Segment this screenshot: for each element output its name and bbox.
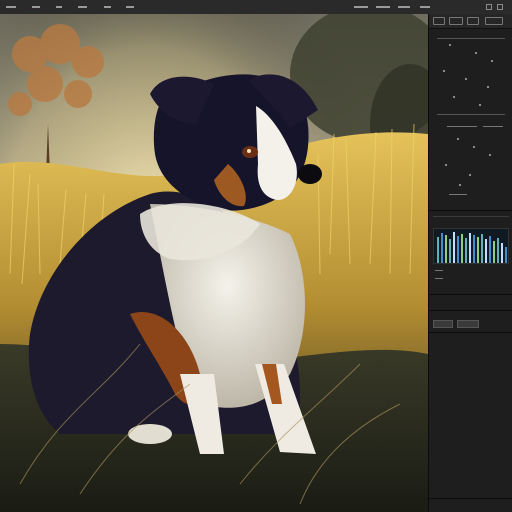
panel-tab[interactable] (449, 17, 463, 25)
panel-divider (429, 310, 512, 311)
menu-item[interactable] (6, 6, 16, 8)
slider-track[interactable] (449, 194, 467, 195)
panel-divider (429, 210, 512, 211)
slider-handle[interactable] (449, 44, 451, 46)
slider-handle[interactable] (487, 86, 489, 88)
menu-item[interactable] (420, 6, 430, 8)
slider-track[interactable] (447, 126, 477, 127)
slider-handle[interactable] (445, 164, 447, 166)
slider-handle[interactable] (459, 184, 461, 186)
menu-item[interactable] (32, 6, 40, 8)
menu-item[interactable] (104, 6, 111, 8)
side-panel (428, 14, 512, 512)
slider-handle[interactable] (457, 138, 459, 140)
menu-item[interactable] (126, 6, 134, 8)
slider-track[interactable] (435, 270, 443, 271)
panel-button[interactable] (433, 320, 453, 328)
slider-handle[interactable] (491, 60, 493, 62)
slider-handle[interactable] (489, 154, 491, 156)
slider-track[interactable] (437, 114, 505, 115)
panel-tab[interactable] (467, 17, 479, 25)
image-canvas[interactable] (0, 14, 428, 512)
menu-item[interactable] (78, 6, 87, 8)
panel-button[interactable] (457, 320, 479, 328)
menu-item[interactable] (56, 6, 62, 8)
slider-handle[interactable] (443, 70, 445, 72)
slider-handle[interactable] (479, 104, 481, 106)
histogram-graph (437, 232, 507, 263)
menu-item[interactable] (354, 6, 368, 8)
panel-tab[interactable] (485, 17, 503, 25)
slider-handle[interactable] (473, 146, 475, 148)
panel-divider (429, 332, 512, 333)
panel-tab-bar (429, 14, 512, 29)
panel-tab[interactable] (433, 17, 445, 25)
slider-track[interactable] (483, 126, 503, 127)
minimize-icon[interactable] (486, 4, 492, 10)
histogram (433, 228, 509, 264)
slider-handle[interactable] (453, 96, 455, 98)
image-editor-window (0, 0, 512, 512)
slider-handle[interactable] (475, 52, 477, 54)
panel-divider (429, 294, 512, 295)
panel-divider (429, 498, 512, 499)
toolbar-strip (433, 216, 509, 217)
slider-track[interactable] (435, 278, 443, 279)
maximize-icon[interactable] (497, 4, 503, 10)
slider-handle[interactable] (465, 78, 467, 80)
slider-handle[interactable] (469, 174, 471, 176)
dog-painting-image (0, 14, 428, 512)
slider-track[interactable] (437, 38, 505, 39)
menu-item[interactable] (398, 6, 410, 8)
menu-item[interactable] (376, 6, 390, 8)
menu-bar (0, 0, 512, 15)
